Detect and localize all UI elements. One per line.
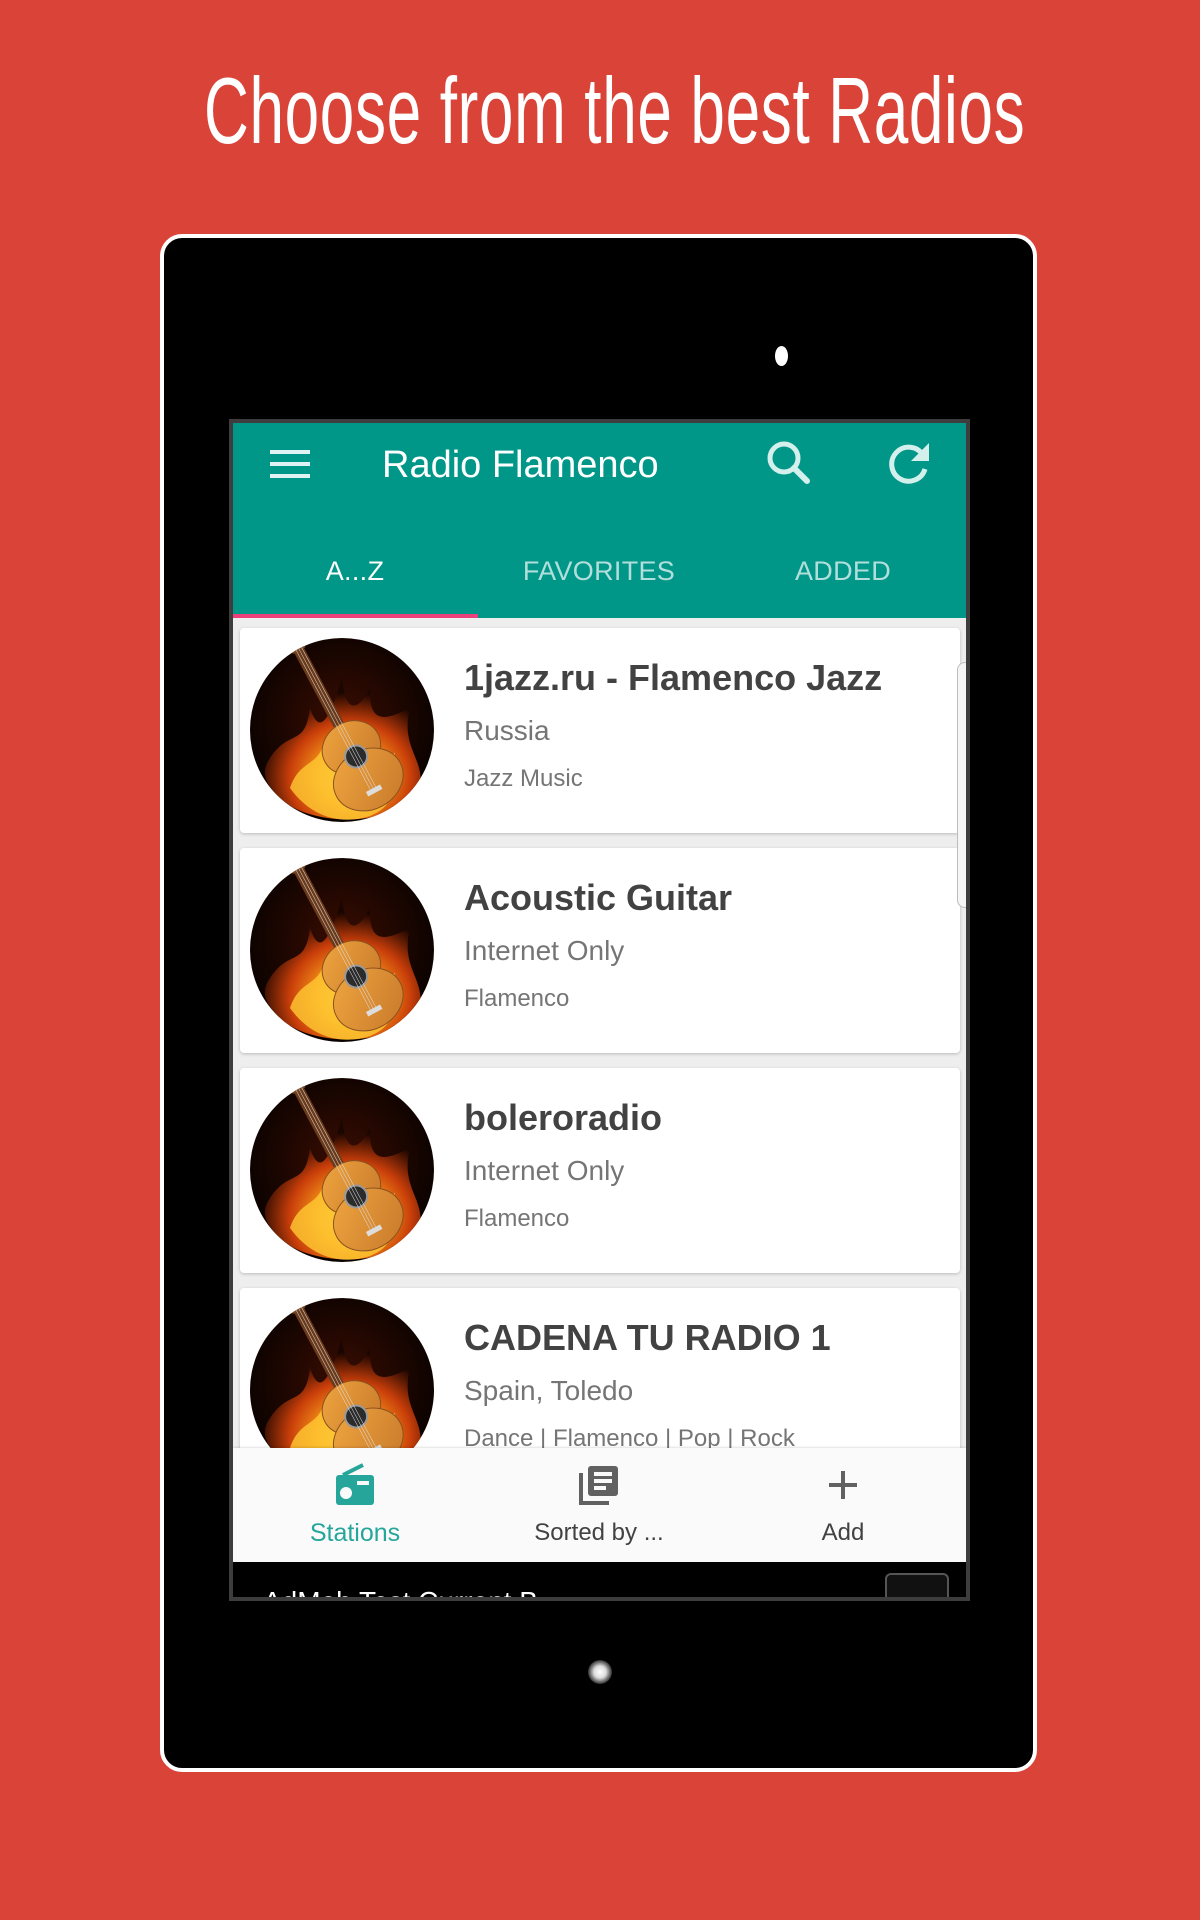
station-logo <box>250 638 434 822</box>
station-name: 1jazz.ru - Flamenco Jazz <box>464 657 883 698</box>
app-bar: Radio Flamenco A...Z FAVORITES ADDED <box>233 423 966 618</box>
station-logo <box>250 1078 434 1262</box>
station-genre: Jazz Music <box>464 765 583 792</box>
station-logo <box>250 858 434 1042</box>
ad-banner[interactable]: AdMob Test Current B <box>233 1562 966 1597</box>
tab-a-z[interactable]: A...Z <box>233 551 477 591</box>
station-genre: Flamenco <box>464 985 570 1012</box>
station-location: Internet Only <box>464 1155 625 1186</box>
nav-label: Sorted by ... <box>534 1519 664 1546</box>
home-button[interactable] <box>588 1660 612 1684</box>
station-logo <box>250 1298 434 1448</box>
ad-action-button[interactable] <box>885 1573 949 1597</box>
app-title: Radio Flamenco <box>382 444 659 486</box>
refresh-icon[interactable] <box>883 437 935 489</box>
camera-dot <box>775 346 788 366</box>
radio-icon <box>336 1463 374 1505</box>
nav-label: Stations <box>309 1519 401 1547</box>
station-genre: Dance | Flamenco | Pop | Rock <box>464 1425 795 1448</box>
nav-stations[interactable]: Stations <box>233 1448 477 1562</box>
ad-text: AdMob Test Current B <box>263 1586 538 1597</box>
station-card[interactable]: Acoustic Guitar Internet Only Flamenco <box>240 848 960 1053</box>
nav-add[interactable]: Add <box>721 1448 965 1562</box>
station-card[interactable]: boleroradio Internet Only Flamenco <box>240 1068 960 1273</box>
app-screen: Radio Flamenco A...Z FAVORITES ADDED 1ja… <box>229 419 970 1601</box>
library-books-icon <box>579 1466 618 1505</box>
nav-label: Add <box>821 1519 865 1546</box>
station-list: 1jazz.ru - Flamenco Jazz Russia Jazz Mus… <box>233 618 966 1448</box>
station-card[interactable]: CADENA TU RADIO 1 Spain, Toledo Dance | … <box>240 1288 960 1448</box>
tab-added[interactable]: ADDED <box>721 551 965 591</box>
station-genre: Flamenco <box>464 1205 570 1232</box>
station-location: Russia <box>464 715 550 746</box>
station-name: CADENA TU RADIO 1 <box>464 1317 831 1358</box>
hamburger-menu-icon[interactable] <box>270 450 310 479</box>
station-name: Acoustic Guitar <box>464 877 733 918</box>
station-location: Spain, Toledo <box>464 1375 634 1406</box>
plus-icon <box>829 1471 857 1499</box>
nav-sorted-by[interactable]: Sorted by ... <box>477 1448 721 1562</box>
search-icon[interactable] <box>763 437 815 489</box>
scrollbar-thumb[interactable] <box>957 662 966 908</box>
promo-headline: Choose from the best Radios <box>203 58 1026 163</box>
bottom-navigation: Stations Sorted by ... Add <box>233 1448 966 1562</box>
station-card[interactable]: 1jazz.ru - Flamenco Jazz Russia Jazz Mus… <box>240 628 960 833</box>
station-name: boleroradio <box>464 1097 663 1138</box>
station-location: Internet Only <box>464 935 625 966</box>
tab-favorites[interactable]: FAVORITES <box>477 551 721 591</box>
